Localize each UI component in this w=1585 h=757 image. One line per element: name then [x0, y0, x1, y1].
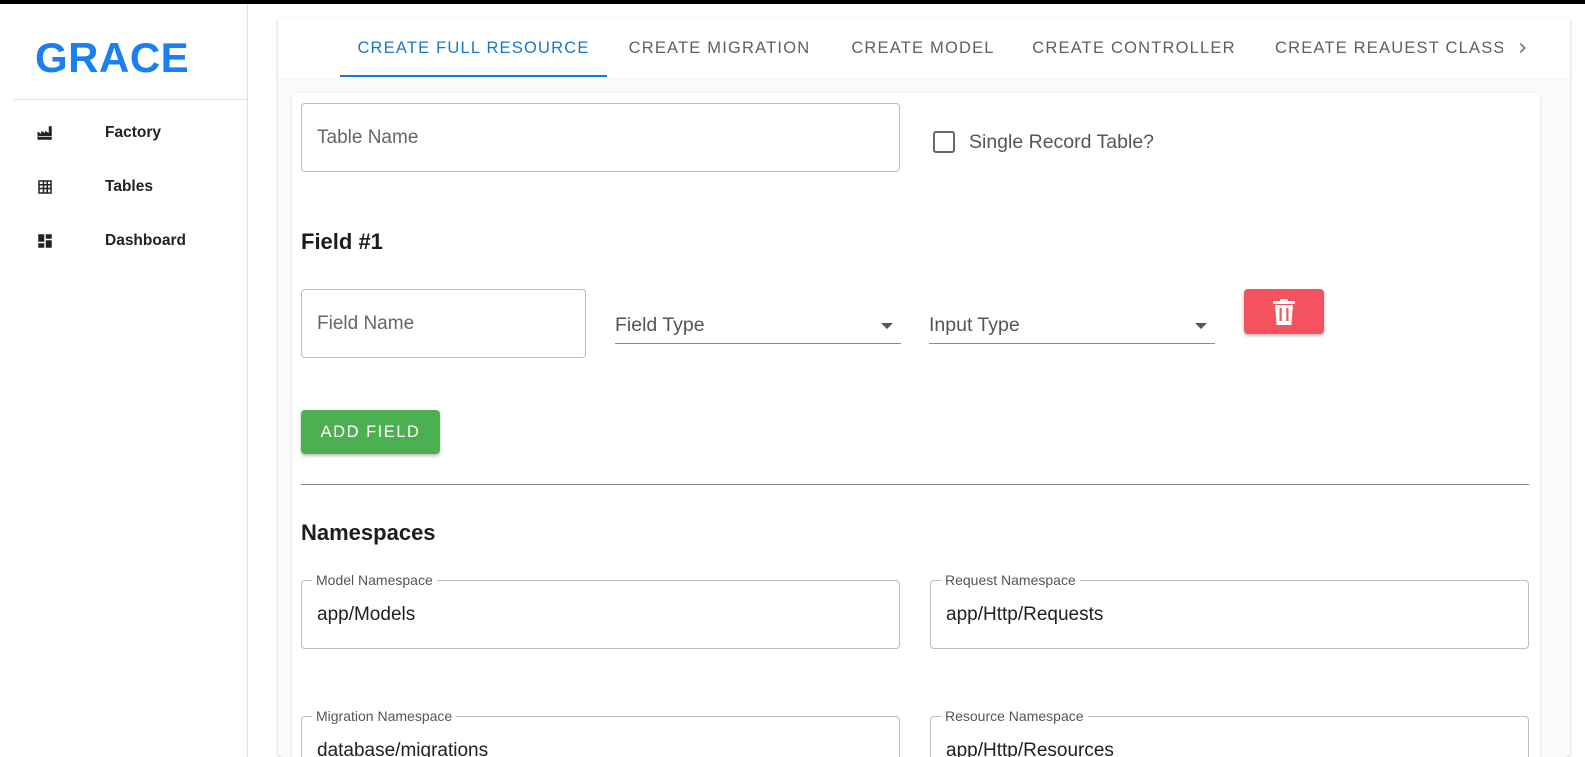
sidebar-item-tables[interactable]: Tables	[14, 163, 248, 211]
caret-down-icon	[1195, 323, 1207, 329]
chevron-right-icon	[1519, 43, 1526, 53]
namespaces-heading: Namespaces	[301, 520, 436, 545]
input-type-select[interactable]: Input Type	[929, 308, 1215, 344]
field-name-input[interactable]	[302, 290, 585, 357]
migration-namespace-field[interactable]: Migration Namespace	[301, 708, 900, 757]
add-field-button[interactable]: ADD FIELD	[301, 410, 440, 454]
tab-list: CREATE FULL RESOURCE CREATE MIGRATION CR…	[278, 18, 1503, 78]
request-namespace-input[interactable]	[931, 581, 1528, 648]
tab-create-model[interactable]: CREATE MODEL	[832, 18, 1014, 78]
resource-namespace-field[interactable]: Resource Namespace	[930, 708, 1529, 757]
section-divider	[301, 484, 1529, 485]
model-namespace-field[interactable]: Model Namespace	[301, 572, 900, 649]
tab-bar: CREATE FULL RESOURCE CREATE MIGRATION CR…	[278, 18, 1570, 78]
caret-down-icon	[881, 323, 893, 329]
delete-field-button[interactable]	[1244, 289, 1324, 334]
resource-namespace-input[interactable]	[931, 717, 1528, 757]
request-namespace-field[interactable]: Request Namespace	[930, 572, 1529, 649]
single-record-label: Single Record Table?	[969, 131, 1155, 153]
sidebar-item-label: Tables	[105, 178, 153, 195]
migration-namespace-input[interactable]	[302, 717, 899, 757]
model-namespace-input[interactable]	[302, 581, 899, 648]
sidebar-item-dashboard[interactable]: Dashboard	[14, 217, 248, 265]
main-card: CREATE FULL RESOURCE CREATE MIGRATION CR…	[278, 18, 1570, 757]
sidebar-item-label: Dashboard	[105, 232, 186, 249]
field-type-placeholder: Field Type	[615, 314, 705, 336]
sidebar-item-label: Factory	[105, 124, 161, 141]
tab-create-controller[interactable]: CREATE CONTROLLER	[1014, 18, 1254, 78]
trash-icon	[1273, 298, 1295, 325]
sidebar-item-factory[interactable]: Factory	[14, 109, 248, 157]
brand-logo[interactable]: GRACE	[35, 34, 189, 82]
field-type-select[interactable]: Field Type	[615, 308, 901, 344]
form-panel: Single Record Table? Field #1 Field Type…	[292, 93, 1540, 757]
field-name-field[interactable]	[301, 289, 586, 358]
sidebar-divider	[14, 99, 248, 100]
tab-active-indicator	[340, 75, 607, 77]
tab-scroll-right-button[interactable]	[1503, 18, 1543, 78]
single-record-checkbox[interactable]	[933, 131, 955, 153]
table-name-field[interactable]	[301, 103, 900, 172]
tab-create-migration[interactable]: CREATE MIGRATION	[607, 18, 832, 78]
table-icon	[38, 180, 52, 194]
factory-icon	[37, 126, 52, 140]
tab-create-request-class[interactable]: CREATE REAUEST CLASS	[1254, 18, 1503, 78]
tab-create-full-resource[interactable]: CREATE FULL RESOURCE	[340, 18, 607, 78]
input-type-placeholder: Input Type	[929, 314, 1020, 336]
sidebar: GRACE Factory Tables Dashboard	[0, 4, 248, 757]
dashboard-icon	[38, 234, 52, 248]
table-name-input[interactable]	[302, 104, 899, 171]
field-heading: Field #1	[301, 229, 383, 254]
